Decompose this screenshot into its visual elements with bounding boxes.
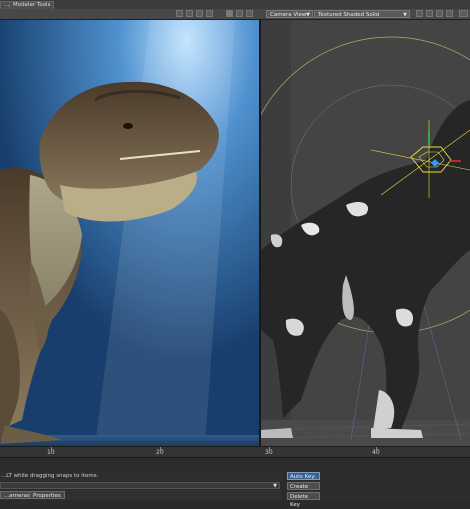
- tick-label: 40: [372, 449, 380, 456]
- viewport-move-icon[interactable]: [416, 10, 423, 17]
- chevron-down-icon: ▼: [273, 483, 277, 489]
- viewport-settings-icon[interactable]: [236, 10, 243, 17]
- render-mode-dropdown[interactable]: Textured Shaded Solid ▼: [314, 10, 410, 18]
- bottom-tab-strip: ...ameras Properties: [0, 490, 282, 500]
- viewport-zoom-icon[interactable]: [436, 10, 443, 17]
- view-type-dropdown[interactable]: Camera View ▼: [266, 10, 313, 18]
- view-type-label: Camera View: [270, 12, 307, 18]
- properties-button[interactable]: Properties: [29, 491, 65, 499]
- create-key-button[interactable]: Create Key: [287, 482, 320, 498]
- viewport-render-icon[interactable]: [226, 10, 233, 17]
- viewport-render-icon[interactable]: [459, 10, 468, 17]
- viewport-maximize-icon[interactable]: [206, 10, 213, 17]
- viewport-options-icon[interactable]: [246, 10, 253, 17]
- tick-label: 20: [156, 449, 164, 456]
- viewport-move-icon[interactable]: [176, 10, 183, 17]
- info-field[interactable]: ▼: [0, 482, 280, 489]
- tick-label: 30: [265, 449, 273, 456]
- timeline-ruler[interactable]: 10 20 30 40: [0, 446, 470, 458]
- rendered-dinosaur-image: [0, 20, 259, 446]
- viewport-rotate-icon[interactable]: [426, 10, 433, 17]
- delete-key-button[interactable]: Delete Key: [287, 492, 320, 508]
- chevron-down-icon: ▼: [403, 12, 407, 18]
- render-mode-label: Textured Shaded Solid: [318, 12, 380, 18]
- tab-modeler-tools[interactable]: Modeler Tools: [9, 1, 55, 9]
- auto-key-button[interactable]: Auto Key: ...F1: [287, 472, 320, 488]
- viewport-header: Camera View ▼ Textured Shaded Solid ▼: [0, 9, 470, 20]
- chevron-down-icon: ▼: [306, 12, 310, 18]
- key-controls: Auto Key: ...F1 Create Key Delete Key: [285, 470, 470, 508]
- workspace-viewport[interactable]: [261, 20, 470, 446]
- viewport-zoom-icon[interactable]: [196, 10, 203, 17]
- rig-dinosaur-model: [261, 20, 470, 446]
- status-message: ...LT while dragging snaps to items.: [0, 471, 283, 481]
- viewport-maximize-icon[interactable]: [446, 10, 453, 17]
- render-viewport[interactable]: [0, 20, 261, 446]
- viewport-rotate-icon[interactable]: [186, 10, 193, 17]
- tick-label: 10: [47, 449, 55, 456]
